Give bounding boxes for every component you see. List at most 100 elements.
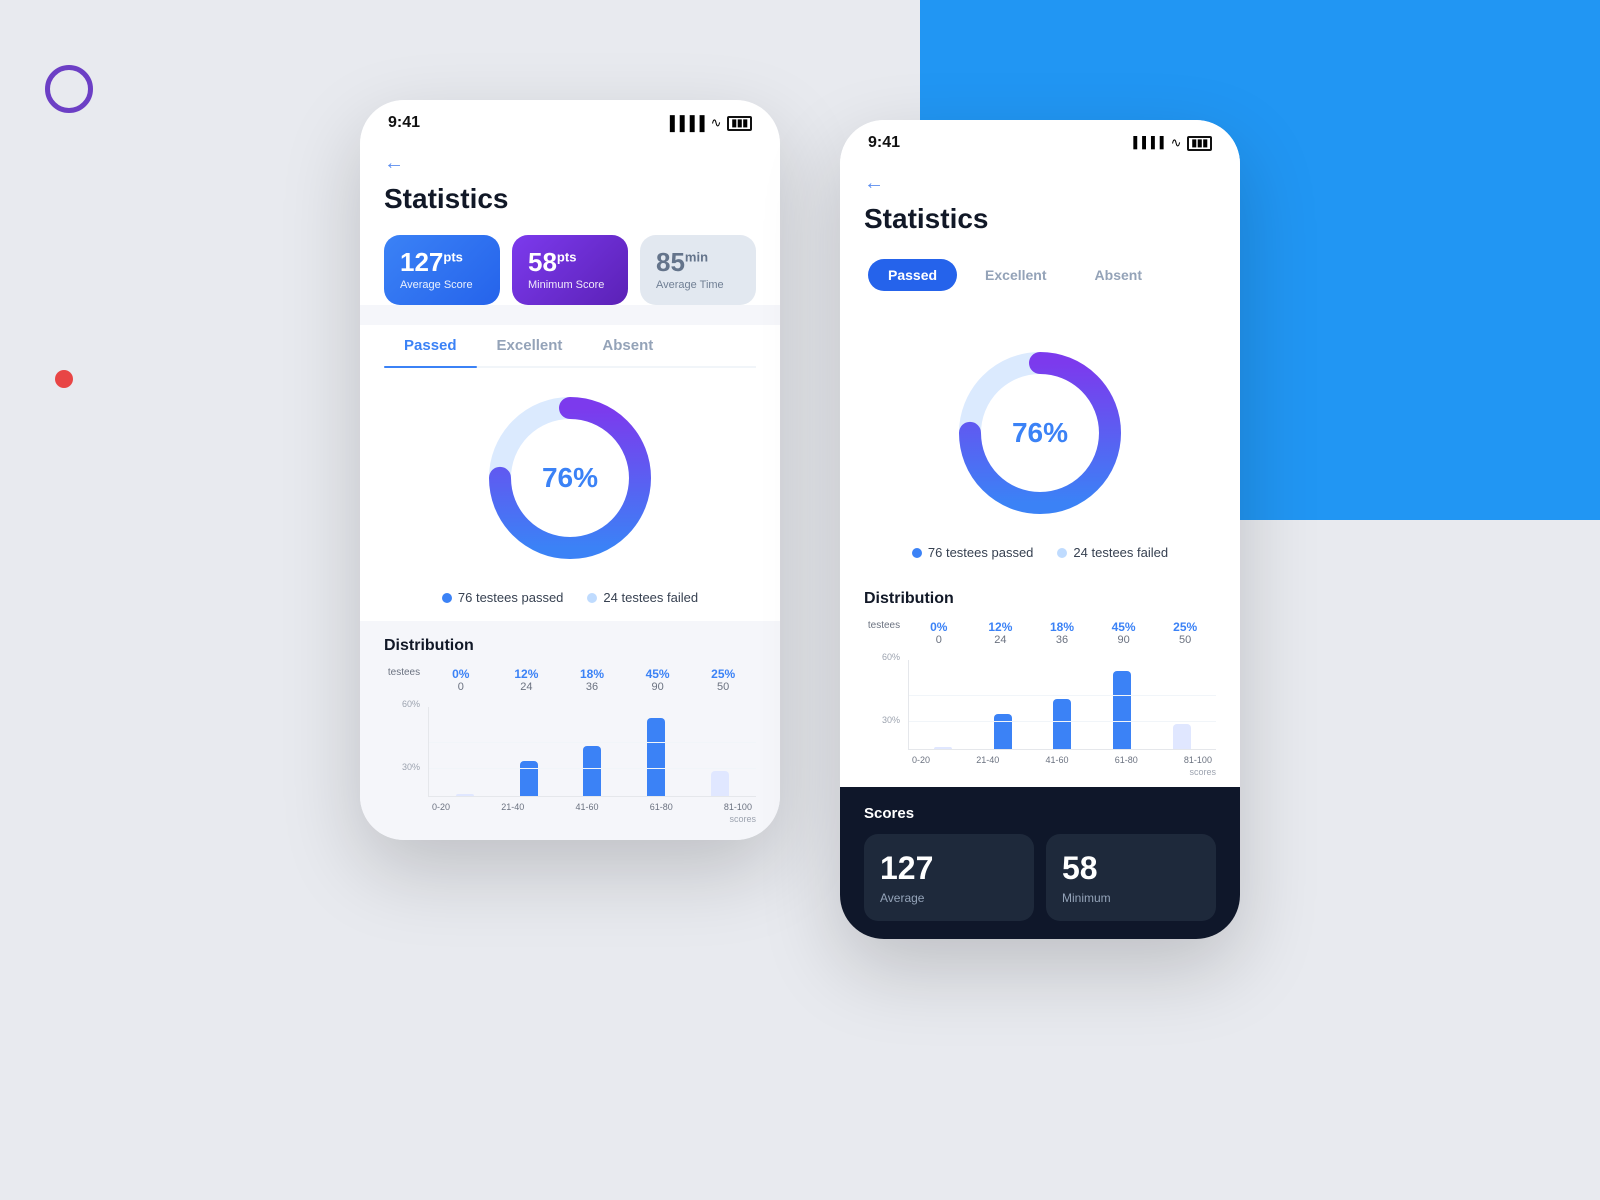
dist-pct-4-left: 25% — [690, 667, 756, 681]
dist-val-1-right: 24 — [970, 634, 1032, 646]
phone-right-inner: 9:41 ▐▐▐▐ ∿ ▮▮▮ ← Statistics Passed Exce… — [840, 120, 1240, 939]
scores-cards-right: 127 Average 58 Minimum — [864, 834, 1216, 921]
distribution-section-right: Distribution testees 0% 0 12% 24 — [840, 576, 1240, 787]
dist-y-axis-left: 60% 30% — [384, 699, 424, 824]
legend-failed-left: 24 testees failed — [587, 590, 698, 605]
dist-col-0-right: 0% 0 — [908, 620, 970, 646]
scores-title-right: Scores — [864, 805, 1216, 822]
dist-bar-2-right — [1053, 699, 1071, 749]
dist-bar-wrap-0-right — [913, 660, 973, 749]
dist-bar-0-left — [456, 794, 474, 796]
dist-col-2-right: 18% 36 — [1031, 620, 1093, 646]
legend-dot-blue-right — [912, 548, 922, 558]
dist-bar-wrap-0-left — [433, 707, 497, 796]
y-label-60-left: 60% — [402, 699, 420, 709]
dist-bar-wrap-4-left — [688, 707, 752, 796]
tabs-left: Passed Excellent Absent — [384, 325, 756, 368]
signal-icon-right: ▐▐▐▐ — [1129, 137, 1164, 149]
dist-bars-left — [428, 707, 756, 797]
dist-bar-wrap-1-right — [973, 660, 1033, 749]
stat-cards-left: 127pts Average Score 58pts Minimum Score… — [384, 235, 756, 305]
y-label-30-left: 30% — [402, 762, 420, 772]
dist-pct-3-right: 45% — [1093, 620, 1155, 634]
phone-right: 9:41 ▐▐▐▐ ∿ ▮▮▮ ← Statistics Passed Exce… — [840, 120, 1240, 939]
tabs-pill-right: Passed Excellent Absent — [864, 255, 1216, 295]
distribution-title-left: Distribution — [384, 637, 756, 655]
donut-chart-left: 76% — [480, 388, 660, 568]
tab-pill-absent-right[interactable]: Absent — [1075, 259, 1162, 291]
stat-value-time: 85min — [656, 249, 740, 275]
header-section-left: ← Statistics 127pts Average Score 58pts — [360, 140, 780, 305]
donut-center-text-right: 76% — [1012, 417, 1068, 449]
dist-val-0-right: 0 — [908, 634, 970, 646]
gridline-30-left — [429, 768, 756, 769]
legend-right: 76 testees passed 24 testees failed — [840, 533, 1240, 576]
dist-chart-left: testees 0% 0 12% 24 18% — [384, 667, 756, 824]
dist-bar-2-left — [583, 746, 601, 796]
back-button-left[interactable]: ← — [384, 144, 756, 183]
dist-bar-area-left: 60% 30% — [384, 699, 756, 824]
dist-y-label-left: testees — [384, 667, 424, 693]
dist-pct-1-left: 12% — [494, 667, 560, 681]
score-label-1-right: 21-40 — [976, 755, 999, 765]
dist-val-1-left: 24 — [494, 681, 560, 693]
status-bar-right: 9:41 ▐▐▐▐ ∿ ▮▮▮ — [840, 120, 1240, 160]
tab-passed-left[interactable]: Passed — [384, 325, 477, 366]
tab-pill-passed-right[interactable]: Passed — [868, 259, 957, 291]
dist-bars-right — [908, 660, 1216, 750]
score-label-minimum: Minimum — [1062, 891, 1200, 905]
score-card-minimum: 58 Minimum — [1046, 834, 1216, 921]
phones-wrapper: 9:41 ▐▐▐▐ ∿ ▮▮▮ ← Statistics 127pts — [0, 0, 1600, 1200]
score-label-4-left: 81-100 — [724, 802, 752, 812]
dist-col-headers-right: 0% 0 12% 24 18% 36 — [908, 620, 1216, 646]
dist-val-4-left: 50 — [690, 681, 756, 693]
stat-value-minimum: 58pts — [528, 249, 612, 275]
battery-icon: ▮▮▮ — [727, 116, 752, 131]
dist-val-3-left: 90 — [625, 681, 691, 693]
legend-passed-left: 76 testees passed — [442, 590, 564, 605]
stat-value-average: 127pts — [400, 249, 484, 275]
dist-col-0-left: 0% 0 — [428, 667, 494, 693]
donut-container-right: 76% — [840, 323, 1240, 533]
y-label-60-right: 60% — [882, 652, 900, 662]
score-label-average: Average — [880, 891, 1018, 905]
legend-label-failed-left: 24 testees failed — [603, 590, 698, 605]
back-button-right[interactable]: ← — [864, 164, 1216, 203]
dist-x-label-right: scores — [908, 767, 1216, 777]
dist-bar-wrap-4-right — [1152, 660, 1212, 749]
legend-label-passed-left: 76 testees passed — [458, 590, 564, 605]
dist-score-labels-right: 0-20 21-40 41-60 61-80 81-100 — [908, 752, 1216, 765]
dist-score-labels-left: 0-20 21-40 41-60 61-80 81-100 — [428, 799, 756, 812]
dist-val-0-left: 0 — [428, 681, 494, 693]
stat-card-time: 85min Average Time — [640, 235, 756, 305]
page-title-right: Statistics — [864, 203, 1216, 235]
score-label-2-left: 41-60 — [575, 802, 598, 812]
score-label-2-right: 41-60 — [1045, 755, 1068, 765]
dist-header-right: testees 0% 0 12% 24 18% — [864, 620, 1216, 646]
scores-section-right: Scores 127 Average 58 Minimum — [840, 787, 1240, 939]
dist-val-3-right: 90 — [1093, 634, 1155, 646]
score-label-1-left: 21-40 — [501, 802, 524, 812]
battery-icon-right: ▮▮▮ — [1187, 136, 1212, 151]
dist-bar-3-left — [647, 718, 665, 796]
dist-y-label-right: testees — [864, 620, 904, 646]
stat-label-time: Average Time — [656, 279, 740, 291]
status-bar-left: 9:41 ▐▐▐▐ ∿ ▮▮▮ — [360, 100, 780, 140]
score-num-minimum: 58 — [1062, 850, 1200, 887]
stat-card-minimum: 58pts Minimum Score — [512, 235, 628, 305]
legend-dot-blue-left — [442, 593, 452, 603]
tabs-pill-section-right: Passed Excellent Absent — [840, 255, 1240, 323]
tab-excellent-left[interactable]: Excellent — [477, 325, 583, 366]
dist-val-2-right: 36 — [1031, 634, 1093, 646]
stat-label-minimum: Minimum Score — [528, 279, 612, 291]
donut-container-left: 76% — [360, 368, 780, 578]
tab-pill-excellent-right[interactable]: Excellent — [965, 259, 1066, 291]
score-label-0-left: 0-20 — [432, 802, 450, 812]
signal-icon: ▐▐▐▐ — [665, 115, 705, 131]
dist-col-3-left: 45% 90 — [625, 667, 691, 693]
dist-bars-wrap-left: 0-20 21-40 41-60 61-80 81-100 scores — [428, 699, 756, 824]
tab-absent-left[interactable]: Absent — [582, 325, 673, 366]
status-time-right: 9:41 — [868, 134, 900, 152]
page-title-left: Statistics — [384, 183, 756, 215]
gridline-60-right — [909, 695, 1216, 696]
